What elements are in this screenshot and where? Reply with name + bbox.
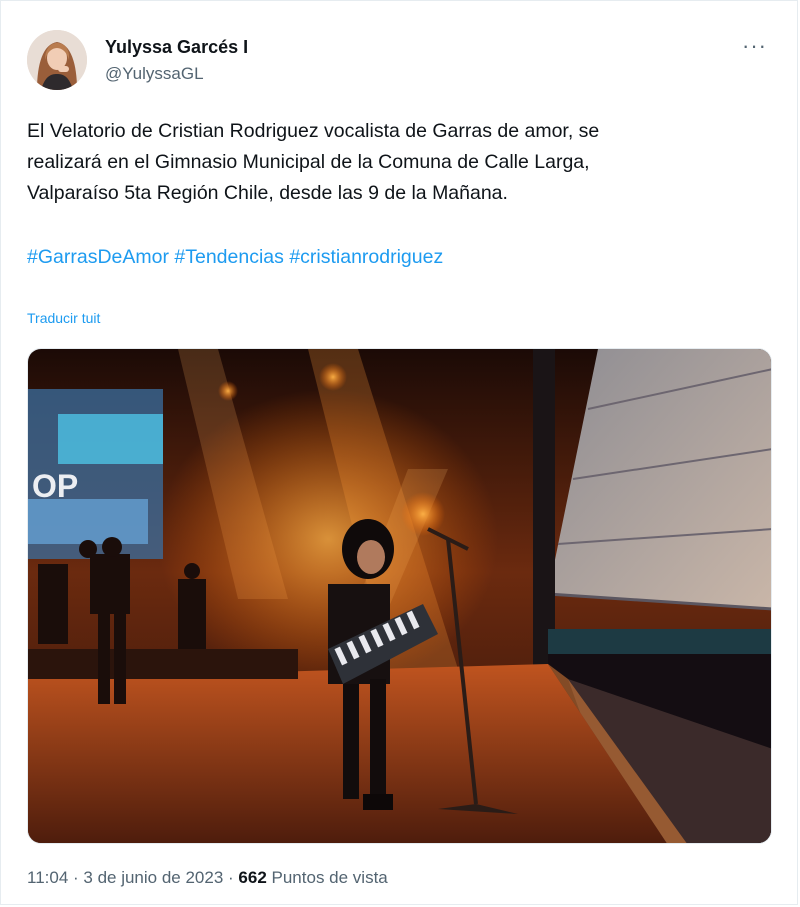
tweet-text: El Velatorio de Cristian Rodriguez vocal… [27, 116, 747, 209]
view-count: 662 [238, 868, 267, 887]
meta-separator: · [223, 868, 239, 887]
hashtag-list: #GarrasDeAmor #Tendencias #cristianrodri… [27, 242, 443, 273]
translate-link[interactable]: Traducir tuit [27, 310, 100, 326]
tweet-text-line: El Velatorio de Cristian Rodriguez vocal… [27, 120, 600, 142]
tweet-meta: 11:04 · 3 de junio de 2023 · 662 Puntos … [27, 868, 388, 888]
hashtag-link[interactable]: #GarrasDeAmor [27, 246, 169, 268]
svg-text:OP: OP [32, 468, 78, 504]
author-name[interactable]: Yulyssa Garcés I [105, 37, 248, 58]
avatar[interactable] [27, 30, 87, 90]
hashtag-link[interactable]: #cristianrodriguez [289, 246, 443, 268]
more-options-icon[interactable]: ··· [742, 35, 767, 57]
tweet-time[interactable]: 11:04 [27, 868, 68, 887]
tweet-photo[interactable]: OP [27, 348, 772, 844]
tweet-text-line: Valparaíso 5ta Región Chile, desde las 9… [27, 182, 508, 204]
tweet-card: Yulyssa Garcés I @YulyssaGL ··· El Velat… [0, 0, 798, 905]
meta-separator: · [68, 868, 84, 887]
views-label: Puntos de vista [271, 868, 388, 887]
tweet-date[interactable]: 3 de junio de 2023 [83, 868, 223, 887]
author-handle[interactable]: @YulyssaGL [105, 64, 204, 84]
hashtag-link[interactable]: #Tendencias [174, 246, 284, 268]
tweet-text-line: realizará en el Gimnasio Municipal de la… [27, 151, 590, 173]
avatar-image [27, 30, 87, 90]
concert-photo: OP [28, 349, 771, 843]
